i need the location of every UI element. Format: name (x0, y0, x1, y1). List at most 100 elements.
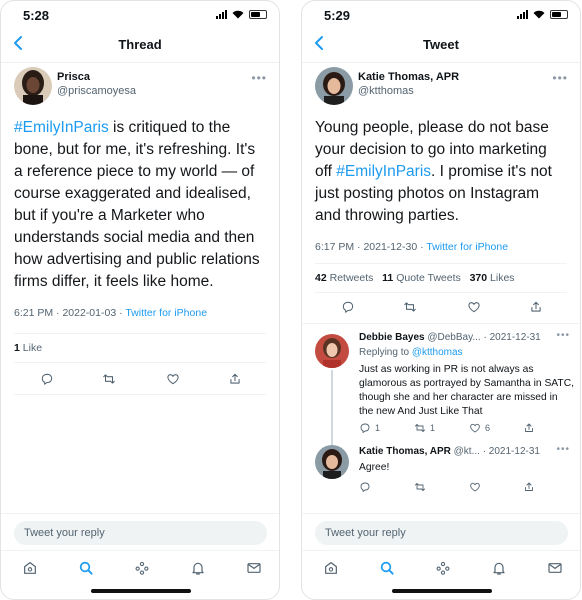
reply-action[interactable] (359, 481, 371, 493)
reply-actions: 1 1 6 (359, 422, 569, 436)
retweet-icon (414, 481, 426, 493)
share-action[interactable] (523, 422, 535, 434)
retweet-icon (414, 422, 426, 434)
tweet-date: 2022-01-03 (62, 307, 117, 319)
notifications-icon[interactable] (190, 560, 206, 576)
reply-header: Debbie Bayes @DebBay... · 2021-12-31 (359, 332, 541, 343)
reply-count[interactable]: 1 (359, 422, 380, 434)
status-time: 5:29 (324, 8, 351, 23)
home-icon[interactable] (323, 560, 339, 576)
author-name: Prisca (57, 71, 91, 83)
retweet-icon[interactable] (403, 300, 417, 314)
like-icon (469, 481, 481, 493)
home-indicator[interactable] (91, 589, 191, 593)
signal-icon (216, 10, 227, 19)
status-time: 5:28 (23, 8, 50, 23)
tab-bar (302, 550, 580, 584)
retweet-count[interactable]: 1 (414, 422, 435, 434)
reply-text: Just as working in PR is not always as g… (359, 364, 575, 417)
tweet-source[interactable]: Twitter for iPhone (125, 307, 207, 319)
back-arrow-icon[interactable] (11, 35, 25, 51)
likes-stat[interactable]: 370 Likes (470, 272, 515, 284)
status-bar: 5:29 (302, 1, 580, 27)
reply-actions (359, 481, 569, 495)
tweet-time: 6:17 PM (315, 241, 355, 253)
share-action[interactable] (523, 481, 535, 493)
avatar[interactable] (315, 445, 349, 479)
tweet-author[interactable]: Prisca @priscamoyesa ••• (1, 63, 279, 117)
reply-text: Agree! (359, 462, 390, 473)
reply-icon[interactable] (40, 372, 54, 386)
messages-icon[interactable] (246, 560, 262, 576)
tweet-stats: 42 Retweets 11 Quote Tweets 370 Likes (315, 263, 567, 293)
like-icon[interactable] (467, 300, 481, 314)
tweet-actions (14, 365, 266, 395)
page-title: Thread (118, 37, 162, 52)
share-icon[interactable] (529, 300, 543, 314)
retweet-action[interactable] (414, 481, 426, 493)
search-icon[interactable] (379, 560, 395, 576)
more-options-icon[interactable]: ••• (556, 444, 570, 455)
quote-tweets-stat[interactable]: 11 Quote Tweets (382, 272, 461, 284)
search-icon[interactable] (78, 560, 94, 576)
home-icon[interactable] (22, 560, 38, 576)
reply-date: · 2021-12-31 (483, 332, 541, 343)
reply-composer (302, 513, 580, 553)
battery-icon (550, 10, 568, 19)
spaces-icon[interactable] (134, 560, 150, 576)
reply-icon (359, 481, 371, 493)
like-action[interactable] (469, 481, 481, 493)
notifications-icon[interactable] (491, 560, 507, 576)
wifi-icon (232, 10, 244, 19)
author-handle: @priscamoyesa (57, 85, 137, 97)
home-indicator[interactable] (392, 589, 492, 593)
messages-icon[interactable] (547, 560, 563, 576)
thread-line (331, 370, 333, 450)
reply-icon[interactable] (341, 300, 355, 314)
like-count[interactable]: 6 (469, 422, 490, 434)
reply-icon (359, 422, 371, 434)
hashtag-link[interactable]: #EmilyInParis (336, 163, 431, 180)
reply-composer (1, 513, 279, 553)
tweet-author[interactable]: Katie Thomas, APR @ktthomas ••• (302, 63, 580, 117)
replying-to-handle[interactable]: @ktthomas (412, 347, 463, 358)
tweet-text: Young people, please do not base your de… (315, 119, 552, 224)
more-options-icon[interactable]: ••• (556, 330, 570, 341)
retweets-stat[interactable]: 42 Retweets (315, 272, 373, 284)
reply-author-name: Katie Thomas, APR (359, 446, 451, 457)
more-options-icon[interactable]: ••• (251, 71, 267, 85)
tweet-meta: 6:17 PM · 2021-12-30 · Twitter for iPhon… (315, 241, 509, 253)
like-icon[interactable] (166, 372, 180, 386)
hashtag-link[interactable]: #EmilyInParis (14, 119, 109, 136)
tweet-source[interactable]: Twitter for iPhone (426, 241, 508, 253)
reply-author-handle: @kt... (453, 446, 480, 457)
reply-item[interactable]: Katie Thomas, APR @kt... · 2021-12-31 ••… (302, 441, 580, 499)
retweet-icon[interactable] (102, 372, 116, 386)
avatar[interactable] (315, 334, 349, 368)
tweet-time: 6:21 PM (14, 307, 54, 319)
reply-input[interactable] (315, 521, 568, 545)
likes-label[interactable]: Like (23, 342, 42, 354)
reply-date: · 2021-12-31 (482, 446, 540, 457)
reply-item[interactable]: Debbie Bayes @DebBay... · 2021-12-31 •••… (302, 323, 580, 450)
tweet-date: 2021-12-30 (363, 241, 418, 253)
spaces-icon[interactable] (435, 560, 451, 576)
share-icon[interactable] (228, 372, 242, 386)
battery-icon (249, 10, 267, 19)
more-options-icon[interactable]: ••• (552, 71, 568, 85)
avatar[interactable] (315, 67, 353, 105)
author-name: Katie Thomas, APR (358, 71, 460, 83)
tweet-screen: 5:29 Tweet Katie Thomas, APR @ktthomas •… (301, 0, 581, 600)
likes-count[interactable]: 1 (14, 342, 20, 354)
tweet-meta: 6:21 PM · 2022-01-03 · Twitter for iPhon… (14, 307, 208, 319)
back-arrow-icon[interactable] (312, 35, 326, 51)
reply-input[interactable] (14, 521, 267, 545)
tweet-text: #EmilyInParis is critiqued to the bone, … (14, 119, 260, 290)
nav-header: Tweet (302, 27, 580, 63)
reply-header: Katie Thomas, APR @kt... · 2021-12-31 (359, 446, 540, 457)
avatar[interactable] (14, 67, 52, 105)
nav-header: Thread (1, 27, 279, 63)
author-handle: @ktthomas (358, 85, 414, 97)
page-title: Tweet (423, 37, 459, 52)
replying-to: Replying to @ktthomas (359, 347, 463, 358)
